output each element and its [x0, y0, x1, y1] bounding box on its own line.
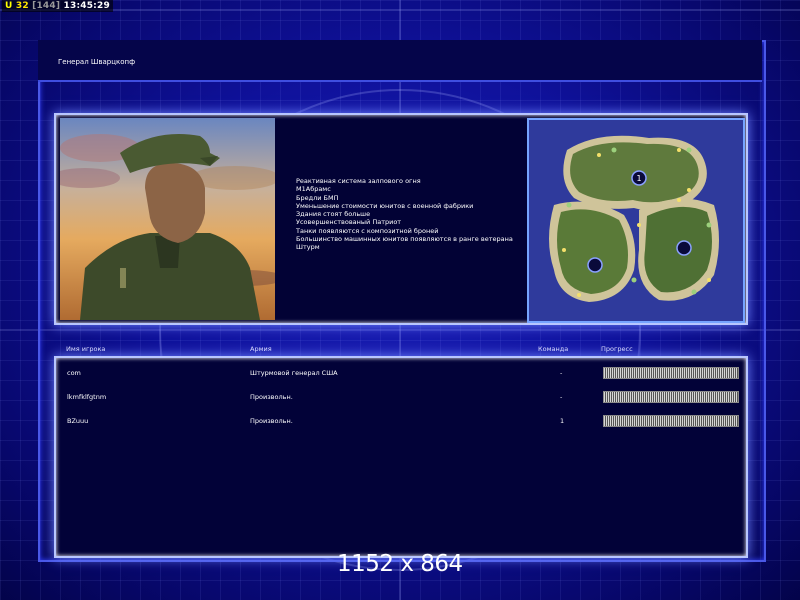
feature-item: Реактивная система залпового огня: [296, 177, 421, 185]
feature-item: Усовершенствованый Патриот: [296, 218, 402, 227]
player-army: Произвольн.: [250, 417, 293, 425]
unit-count: 32: [15, 1, 29, 11]
feature-item: Уменьшение стоимости юнитов с военной фа…: [296, 201, 474, 210]
table-row: BZuuu Произвольн. 1: [0, 414, 800, 428]
player-name: lkmfklfgtnm: [67, 393, 107, 401]
feature-item: Большинство машинных юнитов появляются в…: [296, 235, 513, 244]
header-team: Команда: [538, 345, 569, 353]
map-preview: 1: [527, 118, 745, 323]
feature-item: Танки появляются с композитной броней: [296, 226, 439, 235]
player-team: 1: [560, 417, 565, 425]
feature-item: Здания стоят больше: [296, 210, 371, 219]
table-row: lkmfklfgtnm Произвольн. -: [0, 390, 800, 404]
player-army: Штурмовой генерал США: [250, 369, 338, 377]
progress-bar: [603, 415, 739, 427]
player-army: Произвольн.: [250, 393, 293, 401]
start-position-3: [676, 240, 692, 256]
feature-item: М1Абрамс: [296, 185, 331, 194]
header-progress: Прогресс: [601, 345, 633, 353]
header-player-name: Имя игрока: [66, 345, 106, 353]
resolution-label: 1152 x 864: [337, 551, 463, 577]
header-army: Армия: [250, 345, 272, 353]
progress-bar: [603, 367, 739, 379]
general-portrait: [60, 118, 275, 320]
feature-item: Бредли БМП: [296, 193, 339, 202]
unit-total: [144]: [32, 1, 61, 11]
player-team: -: [560, 369, 563, 377]
map-image: 1: [529, 120, 743, 321]
table-row: com Штурмовой генерал США -: [0, 366, 800, 380]
player-name: com: [67, 369, 81, 377]
general-title: Генерал Шварцкопф: [58, 58, 136, 66]
progress-bar: [603, 391, 739, 403]
start-position-1: 1: [631, 170, 647, 186]
counter-prefix: U: [5, 1, 13, 11]
portrait-image: [60, 118, 275, 320]
start-position-2: [587, 257, 603, 273]
fps-counter: U 32 [144] 13:45:29: [2, 0, 113, 12]
feature-item: Штурм: [296, 243, 320, 252]
player-team: -: [560, 393, 563, 401]
title-bar: [38, 40, 762, 82]
players-panel: [54, 356, 748, 558]
player-name: BZuuu: [67, 417, 89, 425]
feature-list: Реактивная система залпового огня М1Абра…: [296, 177, 521, 252]
svg-text:1: 1: [636, 174, 641, 183]
clock: 13:45:29: [63, 1, 110, 11]
